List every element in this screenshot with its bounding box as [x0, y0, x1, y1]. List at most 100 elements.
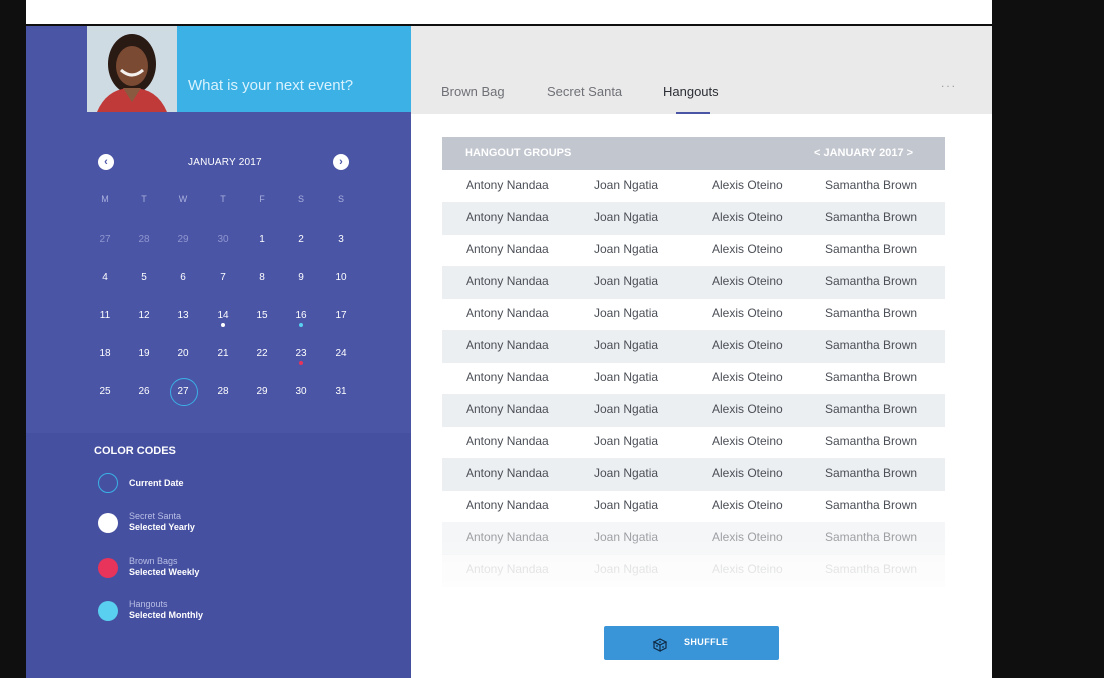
table-cell: Samantha Brown: [825, 210, 918, 224]
table-cell: Antony Nandaa: [466, 210, 549, 224]
table-cell: Antony Nandaa: [466, 370, 549, 384]
table-cell: Antony Nandaa: [466, 242, 549, 256]
table-cell: Antony Nandaa: [466, 466, 549, 480]
calendar-day[interactable]: 24: [326, 348, 356, 359]
calendar-day[interactable]: 12: [129, 310, 159, 321]
legend-category: Brown Bags: [129, 556, 178, 566]
calendar-day[interactable]: 22: [247, 348, 277, 359]
legend-label: Current Date: [129, 478, 184, 488]
calendar-day[interactable]: 28: [208, 386, 238, 397]
calendar-day[interactable]: 15: [247, 310, 277, 321]
table-cell: Alexis Oteino: [712, 498, 783, 512]
table-cell: Joan Ngatia: [594, 402, 659, 416]
color-codes-title: COLOR CODES: [94, 445, 176, 457]
calendar-day[interactable]: 31: [326, 386, 356, 397]
calendar-day[interactable]: 16: [286, 310, 316, 321]
table-month-nav[interactable]: < JANUARY 2017 >: [814, 147, 913, 159]
table-row[interactable]: Antony Nandaa Joan Ngatia Alexis Oteino Sam…: [442, 394, 945, 427]
table-cell: Alexis Oteino: [712, 370, 783, 384]
table-cell: Joan Ngatia: [594, 306, 659, 320]
tab-hangouts[interactable]: Hangouts: [663, 84, 719, 99]
table-header: HANGOUT GROUPS < JANUARY 2017 >: [442, 137, 945, 170]
legend-swatch: [98, 558, 118, 578]
calendar-day[interactable]: 4: [90, 272, 120, 283]
calendar-day[interactable]: 6: [168, 272, 198, 283]
table-row[interactable]: Antony Nandaa Joan Ngatia Alexis Oteino Sam…: [442, 362, 945, 395]
table-cell: Joan Ngatia: [594, 498, 659, 512]
calendar-day[interactable]: 30: [208, 234, 238, 245]
calendar-day[interactable]: 10: [326, 272, 356, 283]
active-tab-indicator: [676, 112, 710, 114]
legend-label: Selected Monthly: [129, 610, 204, 620]
tab-secret-santa[interactable]: Secret Santa: [547, 84, 622, 99]
weekday-label: M: [101, 194, 109, 204]
calendar-day[interactable]: 1: [247, 234, 277, 245]
legend-swatch: [98, 473, 118, 493]
calendar-day[interactable]: 7: [208, 272, 238, 283]
tab-brown-bag[interactable]: Brown Bag: [441, 84, 505, 99]
event-dot: [299, 323, 303, 327]
table-cell: Joan Ngatia: [594, 370, 659, 384]
calendar-day[interactable]: 29: [247, 386, 277, 397]
table-cell: Antony Nandaa: [466, 274, 549, 288]
table-cell: Antony Nandaa: [466, 178, 549, 192]
table-cell: Samantha Brown: [825, 274, 918, 288]
table-cell: Samantha Brown: [825, 466, 918, 480]
chevron-left-circle-icon[interactable]: ‹: [98, 154, 114, 170]
calendar-day[interactable]: 8: [247, 272, 277, 283]
calendar-day[interactable]: 17: [326, 310, 356, 321]
weekday-label: F: [259, 194, 265, 204]
table-row[interactable]: Antony Nandaa Joan Ngatia Alexis Oteino Sam…: [442, 426, 945, 459]
calendar-day[interactable]: 29: [168, 234, 198, 245]
table-cell: Samantha Brown: [825, 498, 918, 512]
table-row[interactable]: Antony Nandaa Joan Ngatia Alexis Oteino Sam…: [442, 170, 945, 203]
calendar-day[interactable]: 28: [129, 234, 159, 245]
table-cell: Joan Ngatia: [594, 466, 659, 480]
calendar-day[interactable]: 20: [168, 348, 198, 359]
chevron-right-circle-icon[interactable]: ›: [333, 154, 349, 170]
table-row[interactable]: Antony Nandaa Joan Ngatia Alexis Oteino Sam…: [442, 298, 945, 331]
table-cell: Antony Nandaa: [466, 306, 549, 320]
calendar-day[interactable]: 23: [286, 348, 316, 359]
calendar-day[interactable]: 26: [129, 386, 159, 397]
calendar-day[interactable]: 14: [208, 310, 238, 321]
legend-label: Selected Weekly: [129, 567, 200, 577]
table-cell: Alexis Oteino: [712, 338, 783, 352]
table-cell: Alexis Oteino: [712, 274, 783, 288]
legend-category: Secret Santa: [129, 511, 182, 521]
calendar-day[interactable]: 30: [286, 386, 316, 397]
table-row[interactable]: Antony Nandaa Joan Ngatia Alexis Oteino Sam…: [442, 234, 945, 267]
calendar-day[interactable]: 2: [286, 234, 316, 245]
table-row[interactable]: Antony Nandaa Joan Ngatia Alexis Oteino Sam…: [442, 266, 945, 299]
calendar-day[interactable]: 13: [168, 310, 198, 321]
table-cell: Samantha Brown: [825, 338, 918, 352]
calendar-day[interactable]: 18: [90, 348, 120, 359]
calendar-day[interactable]: 21: [208, 348, 238, 359]
sidebar: What is your next event? ‹ JANUARY 2017 …: [26, 26, 411, 678]
next-event-prompt[interactable]: What is your next event?: [188, 77, 353, 94]
calendar-day[interactable]: 11: [90, 310, 120, 321]
legend-swatch: [98, 513, 118, 533]
shuffle-button[interactable]: SHUFFLE: [604, 626, 779, 660]
calendar-day[interactable]: 27: [90, 234, 120, 245]
calendar-day[interactable]: 3: [326, 234, 356, 245]
calendar-day[interactable]: 25: [90, 386, 120, 397]
table-cell: Antony Nandaa: [466, 338, 549, 352]
table-row[interactable]: Antony Nandaa Joan Ngatia Alexis Oteino Sam…: [442, 202, 945, 235]
table-cell: Antony Nandaa: [466, 498, 549, 512]
weekday-label: T: [220, 194, 226, 204]
table-cell: Joan Ngatia: [594, 210, 659, 224]
calendar-day[interactable]: 5: [129, 272, 159, 283]
next-event-bar[interactable]: What is your next event?: [177, 26, 411, 112]
table-row[interactable]: Antony Nandaa Joan Ngatia Alexis Oteino Sam…: [442, 490, 945, 523]
table-cell: Antony Nandaa: [466, 434, 549, 448]
avatar[interactable]: [87, 26, 177, 112]
table-cell: Alexis Oteino: [712, 402, 783, 416]
table-cell: Joan Ngatia: [594, 338, 659, 352]
dice-icon: [652, 638, 668, 652]
more-options-icon[interactable]: ...: [941, 76, 957, 90]
calendar-day[interactable]: 9: [286, 272, 316, 283]
calendar-day[interactable]: 19: [129, 348, 159, 359]
table-row[interactable]: Antony Nandaa Joan Ngatia Alexis Oteino Sam…: [442, 330, 945, 363]
table-row[interactable]: Antony Nandaa Joan Ngatia Alexis Oteino Sam…: [442, 458, 945, 491]
